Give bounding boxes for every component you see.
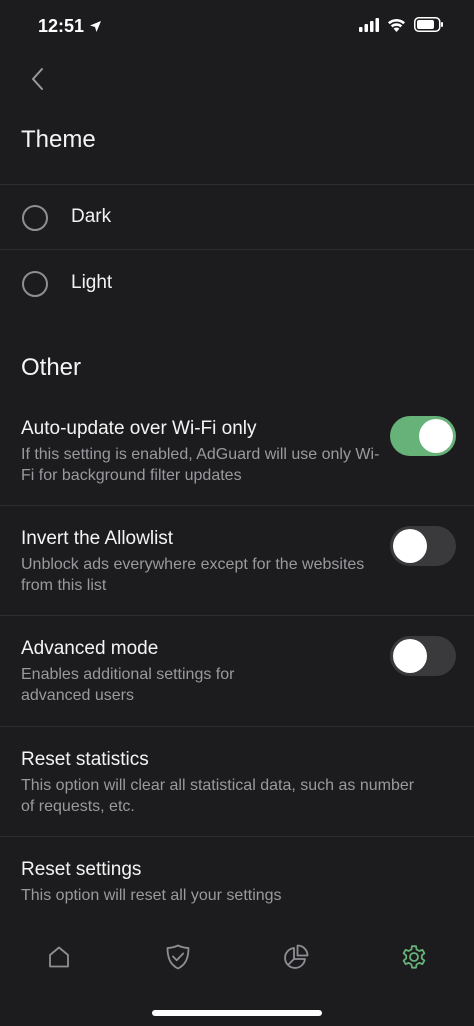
- setting-title: Reset settings: [21, 859, 142, 880]
- radio-button[interactable]: [22, 205, 48, 231]
- setting-description: This option will clear all statistical d…: [21, 777, 415, 815]
- setting-description: If this setting is enabled, AdGuard will…: [21, 446, 380, 484]
- toggle-knob: [393, 529, 427, 563]
- setting-title: Auto-update over Wi-Fi only: [21, 418, 257, 439]
- setting-advanced-mode[interactable]: Advanced mode Enables additional setting…: [0, 636, 474, 708]
- toggle-knob: [419, 419, 453, 453]
- tab-home[interactable]: [42, 940, 76, 974]
- shield-icon: [166, 944, 190, 970]
- divider: [0, 726, 474, 727]
- settings-icon: [402, 945, 426, 969]
- theme-section-title: Theme: [21, 126, 96, 153]
- setting-title: Advanced mode: [21, 638, 159, 659]
- toggle-knob: [393, 639, 427, 673]
- status-bar: 12:51: [0, 0, 474, 54]
- theme-option-dark[interactable]: Dark: [0, 185, 474, 249]
- setting-auto-update-wifi[interactable]: Auto-update over Wi-Fi only If this sett…: [0, 416, 474, 488]
- setting-title: Reset statistics: [21, 749, 149, 770]
- back-button[interactable]: [22, 64, 52, 94]
- status-time: 12:51: [38, 16, 85, 36]
- other-section-title: Other: [21, 354, 82, 381]
- setting-reset-statistics[interactable]: Reset statistics This option will clear …: [0, 749, 474, 819]
- theme-option-label: Light: [71, 272, 113, 293]
- location-arrow-icon: [90, 21, 102, 32]
- divider: [0, 505, 474, 506]
- statistics-icon: [284, 944, 309, 969]
- divider: [0, 836, 474, 837]
- home-icon: [49, 946, 69, 968]
- setting-description: This option will reset all your settings: [21, 887, 282, 904]
- divider: [0, 615, 474, 616]
- tab-settings[interactable]: [397, 940, 431, 974]
- setting-description: Enables additional settings for advanced…: [21, 666, 235, 704]
- setting-title: Invert the Allowlist: [21, 528, 174, 549]
- status-time-group: 12:51: [38, 16, 102, 37]
- setting-description: Unblock ads everywhere except for the we…: [21, 556, 365, 594]
- invert-allowlist-toggle[interactable]: [390, 526, 456, 566]
- status-indicators: [359, 17, 444, 32]
- advanced-mode-toggle[interactable]: [390, 636, 456, 676]
- tab-statistics[interactable]: [279, 940, 313, 974]
- home-indicator: [152, 1010, 322, 1016]
- cellular-signal-icon: [359, 17, 379, 32]
- theme-option-light[interactable]: Light: [0, 250, 474, 314]
- chevron-left-icon: [32, 68, 43, 90]
- radio-button[interactable]: [22, 271, 48, 297]
- setting-reset-settings[interactable]: Reset settings This option will reset al…: [0, 859, 474, 909]
- battery-icon: [414, 17, 443, 32]
- auto-update-toggle[interactable]: [390, 416, 456, 456]
- tab-protection[interactable]: [161, 940, 195, 974]
- setting-invert-allowlist[interactable]: Invert the Allowlist Unblock ads everywh…: [0, 526, 474, 598]
- theme-option-label: Dark: [71, 206, 112, 227]
- wifi-icon: [388, 18, 405, 32]
